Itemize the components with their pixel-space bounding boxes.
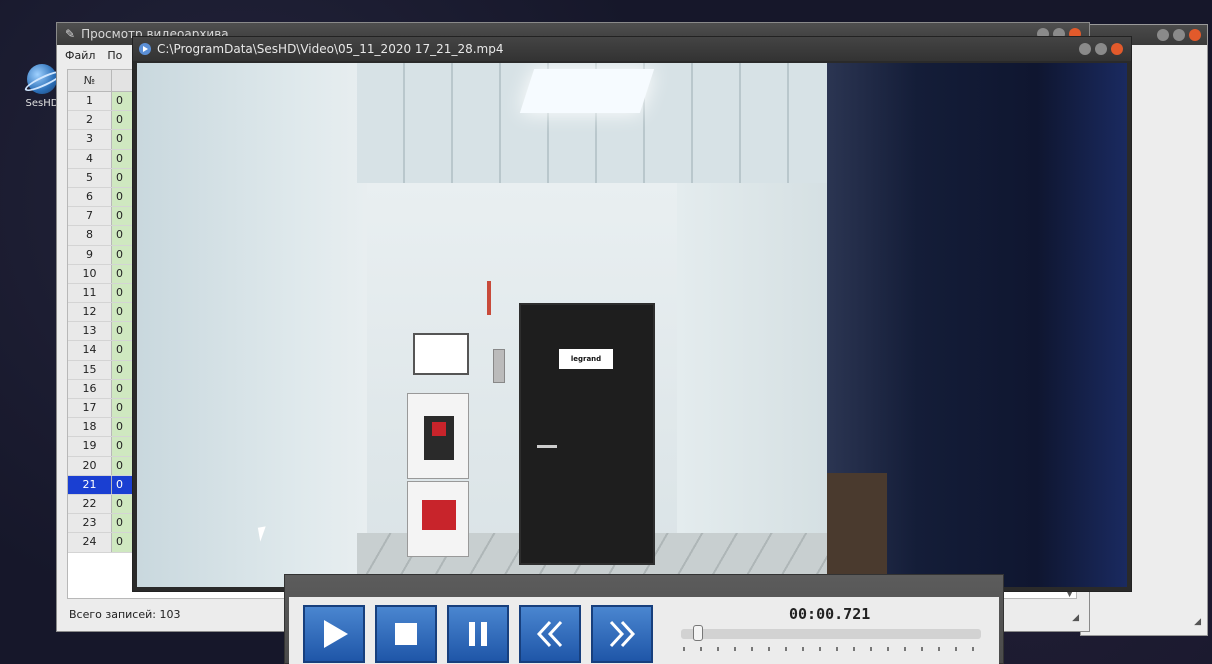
menu-file[interactable]: Файл [65, 49, 95, 62]
row-number: 1 [68, 92, 112, 111]
seek-slider-handle[interactable] [693, 625, 703, 641]
video-window[interactable]: C:\ProgramData\SesHD\Video\05_11_2020 17… [132, 36, 1132, 592]
video-window-titlebar[interactable]: C:\ProgramData\SesHD\Video\05_11_2020 17… [133, 37, 1131, 61]
close-icon[interactable] [1111, 43, 1123, 55]
pause-button[interactable] [447, 605, 509, 663]
forward-button[interactable] [591, 605, 653, 663]
play-icon [324, 620, 348, 648]
wall-fixture [487, 281, 491, 315]
row-number: 21 [68, 475, 112, 494]
player-controls: 00:00.721 [284, 574, 1004, 664]
rewind-icon [536, 620, 563, 648]
row-number: 4 [68, 149, 112, 168]
maximize-icon[interactable] [1095, 43, 1107, 55]
maximize-icon[interactable] [1173, 29, 1185, 41]
stop-button[interactable] [375, 605, 437, 663]
seek-slider-track[interactable] [681, 629, 981, 639]
video-dark-area [827, 63, 1127, 587]
forward-icon [609, 620, 636, 648]
door: legrand [519, 303, 655, 565]
row-number: 6 [68, 187, 112, 207]
row-number: 8 [68, 226, 112, 245]
menu-second[interactable]: По [107, 49, 122, 62]
video-ceiling [357, 63, 837, 183]
door-sign: legrand [559, 349, 613, 369]
app-icon: ✎ [65, 27, 76, 41]
video-wall-left [137, 63, 367, 587]
close-icon[interactable] [1189, 29, 1201, 41]
row-number: 18 [68, 418, 112, 437]
door-handle [537, 445, 557, 448]
row-number: 15 [68, 360, 112, 379]
row-number: 11 [68, 283, 112, 303]
seek-slider-ticks [683, 647, 983, 651]
row-number: 14 [68, 341, 112, 360]
rewind-button[interactable] [519, 605, 581, 663]
play-button[interactable] [303, 605, 365, 663]
video-window-title: C:\ProgramData\SesHD\Video\05_11_2020 17… [157, 42, 504, 56]
row-number: 3 [68, 130, 112, 149]
row-number: 17 [68, 399, 112, 418]
resize-grip-icon[interactable]: ◢ [1194, 617, 1201, 627]
minimize-icon[interactable] [1157, 29, 1169, 41]
minimize-icon[interactable] [1079, 43, 1091, 55]
wall-plan-frame [413, 333, 469, 375]
row-number: 22 [68, 494, 112, 514]
desktop-shortcut-label: SesHD [25, 98, 59, 109]
pause-icon [469, 622, 487, 646]
status-record-count: Всего записей: 103 [69, 608, 181, 621]
row-number: 24 [68, 533, 112, 552]
row-number: 20 [68, 456, 112, 475]
row-number: 19 [68, 437, 112, 456]
resize-grip-icon[interactable]: ◢ [1072, 613, 1079, 623]
playback-time: 00:00.721 [789, 605, 871, 623]
row-number: 12 [68, 303, 112, 322]
ceiling-light [519, 69, 655, 113]
fire-cabinet-upper [407, 393, 469, 479]
intercom-panel [493, 349, 505, 383]
row-number: 16 [68, 379, 112, 398]
video-frame[interactable]: legrand [137, 63, 1127, 587]
row-number: 5 [68, 168, 112, 187]
globe-icon [27, 64, 57, 94]
video-furniture [827, 473, 887, 583]
column-header-num[interactable]: № [68, 70, 112, 91]
row-number: 9 [68, 245, 112, 264]
row-number: 13 [68, 322, 112, 341]
row-number: 23 [68, 514, 112, 533]
stop-icon [395, 623, 417, 645]
player-controls-panel: 00:00.721 [289, 597, 999, 664]
media-player-icon [139, 43, 151, 55]
row-number: 2 [68, 111, 112, 130]
row-number: 7 [68, 207, 112, 226]
fire-cabinet-lower [407, 481, 469, 557]
row-number: 10 [68, 264, 112, 283]
